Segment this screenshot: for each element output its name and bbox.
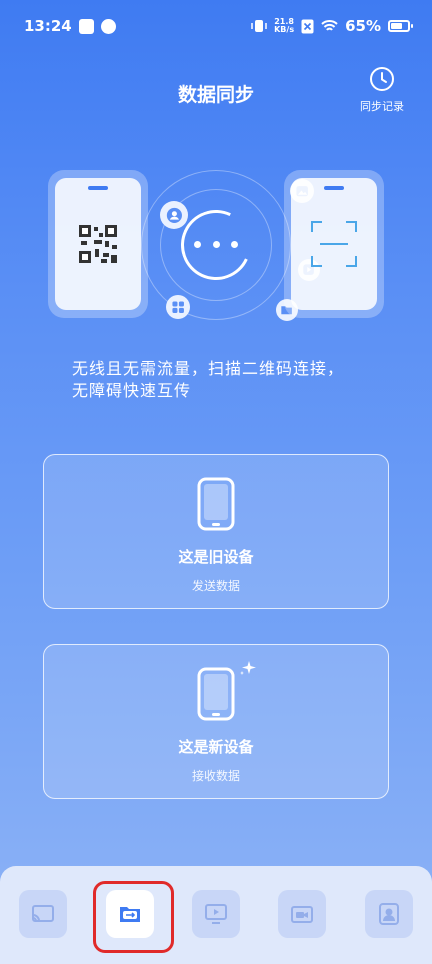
sparkle-icon xyxy=(240,661,256,675)
new-device-subtitle: 接收数据 xyxy=(191,769,240,783)
old-device-title: 这是旧设备 xyxy=(178,548,254,566)
app-notification-icon xyxy=(100,18,116,34)
net-speed: 21.8 KB/s xyxy=(274,17,295,34)
sync-illustration xyxy=(48,170,384,321)
apps-icon xyxy=(166,295,190,319)
contact-icon xyxy=(379,903,399,925)
dock-item-contact[interactable] xyxy=(365,890,413,938)
sync-history-label: 同步记录 xyxy=(360,100,404,113)
new-device-option[interactable]: 这是新设备 接收数据 xyxy=(43,644,389,799)
cast-icon xyxy=(32,905,54,922)
clock-icon xyxy=(370,67,394,91)
new-device-title: 这是新设备 xyxy=(178,738,254,756)
video-call-icon xyxy=(291,906,313,923)
dock-item-video-call[interactable] xyxy=(278,890,326,938)
new-phone-illustration xyxy=(284,170,384,318)
no-sim-icon xyxy=(301,19,314,33)
mail-icon xyxy=(78,18,94,34)
old-device-option[interactable]: 这是旧设备 发送数据 xyxy=(43,454,389,609)
wifi-icon xyxy=(321,20,338,31)
screen-icon xyxy=(205,904,227,924)
status-time: 13:24 xyxy=(24,17,72,35)
old-device-subtitle: 发送数据 xyxy=(191,579,240,593)
feature-description: 无线且无需流量，扫描二维码连接， 无障碍快速互传 xyxy=(72,359,345,400)
battery-percent: 65% xyxy=(345,17,381,35)
old-phone-illustration xyxy=(48,170,148,318)
phone-icon xyxy=(197,477,235,531)
loading-dots-icon xyxy=(194,241,238,248)
bottom-dock xyxy=(0,866,432,964)
qr-code-icon xyxy=(79,225,117,263)
battery-icon xyxy=(388,20,413,32)
vibrate-icon xyxy=(251,20,267,32)
scan-frame-icon xyxy=(311,221,357,267)
dock-item-cast[interactable] xyxy=(19,890,67,938)
sync-history-button[interactable]: 同步记录 xyxy=(350,66,414,120)
selection-highlight xyxy=(93,881,174,953)
dock-item-screen[interactable] xyxy=(192,890,240,938)
person-icon xyxy=(160,201,188,229)
status-bar: 13:24 21.8 KB/s 65% xyxy=(0,0,432,52)
phone-icon xyxy=(197,667,235,721)
